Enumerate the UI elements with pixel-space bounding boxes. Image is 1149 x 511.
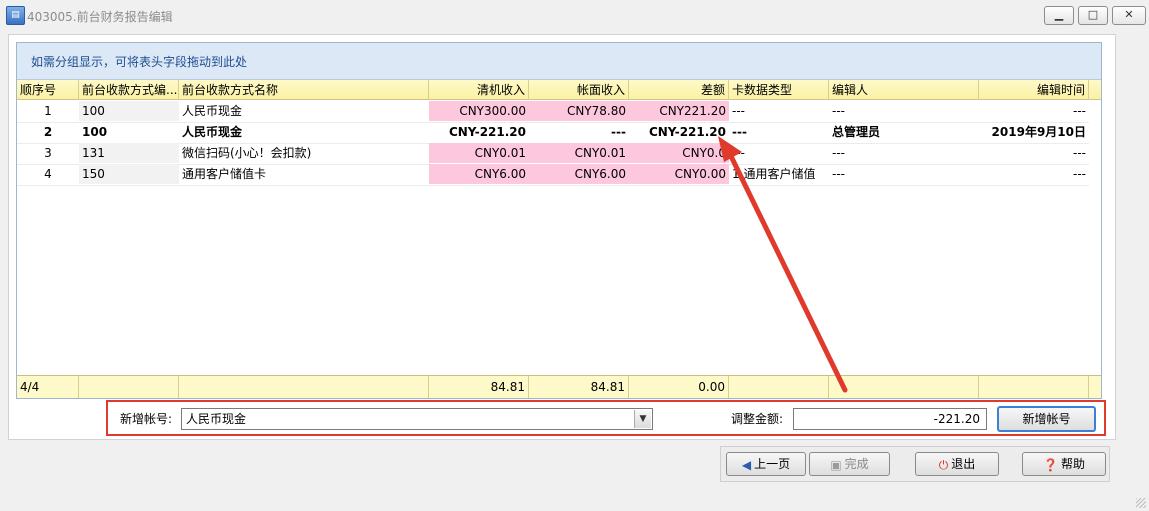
prev-page-label: 上一页 — [754, 457, 791, 471]
cell-book: CNY78.80 — [529, 101, 629, 121]
add-account-button[interactable]: 新增帐号 — [997, 406, 1096, 432]
help-label: 帮助 — [1060, 457, 1085, 471]
chevron-down-icon[interactable]: ▼ — [634, 410, 651, 428]
cell-seq: 2 — [43, 125, 53, 139]
exit-label: 退出 — [951, 457, 976, 471]
summary-empty — [829, 376, 979, 398]
account-label: 新增帐号: — [120, 412, 173, 426]
column-header-diff[interactable]: 差额 — [629, 80, 729, 100]
table-row[interactable]: 2 100 人民币现金 CNY-221.20 --- CNY-221.20 --… — [17, 122, 1089, 144]
cell-card-type: 1 通用客户储值 — [732, 167, 816, 181]
arrow-left-icon: ◀ — [741, 457, 752, 472]
column-header-editor[interactable]: 编辑人 — [829, 80, 979, 100]
window-title: 403005.前台财务报告编辑 — [27, 10, 173, 24]
summary-diff-total: 0.00 — [629, 376, 729, 398]
cell-clear: CNY-221.20 — [448, 125, 526, 139]
cell-clear: CNY6.00 — [429, 164, 529, 184]
minimize-icon: ▁ — [1054, 8, 1064, 21]
cell-editor: --- — [832, 167, 845, 181]
column-header-clear[interactable]: 清机收入 — [429, 80, 529, 100]
cell-code: 100 — [82, 125, 108, 139]
cell-card-type: --- — [732, 146, 745, 160]
resize-grip-icon[interactable] — [1136, 498, 1146, 508]
finance-report-grid: 如需分组显示，可将表头字段拖动到此处 顺序号 前台收款方式编... 前台收款方式… — [16, 42, 1102, 399]
cell-editor: 总管理员 — [832, 125, 881, 139]
table-row[interactable]: 1 100 人民币现金 CNY300.00 CNY78.80 CNY221.20… — [17, 101, 1089, 123]
help-button[interactable]: ❓ 帮助 — [1022, 452, 1106, 476]
summary-clear-total: 84.81 — [429, 376, 529, 398]
title-bar: ▤ 403005.前台财务报告编辑 ▁ □ ✕ — [0, 0, 1149, 30]
maximize-icon: □ — [1087, 8, 1099, 21]
checkbox-icon: ▣ — [830, 457, 842, 472]
maximize-button[interactable]: □ — [1078, 6, 1108, 25]
cell-name: 通用客户储值卡 — [182, 167, 267, 181]
cell-diff: CNY221.20 — [629, 101, 729, 121]
exit-button[interactable]: ⏻ 退出 — [915, 452, 999, 476]
summary-book-total: 84.81 — [529, 376, 629, 398]
cell-code: 131 — [79, 143, 179, 163]
cell-time: --- — [1073, 167, 1086, 181]
column-header-book[interactable]: 帐面收入 — [529, 80, 629, 100]
cell-name: 微信扫码(小心！会扣款) — [182, 146, 312, 160]
group-by-area[interactable]: 如需分组显示，可将表头字段拖动到此处 — [17, 43, 1101, 80]
cell-diff: CNY0.0 — [629, 143, 729, 163]
cell-card-type: --- — [732, 104, 745, 118]
summary-empty — [179, 376, 429, 398]
cell-seq: 4 — [44, 167, 52, 181]
account-select[interactable]: 人民币现金 ▼ — [181, 408, 653, 430]
group-hint: 如需分组显示，可将表头字段拖动到此处 — [31, 55, 248, 69]
column-header-name[interactable]: 前台收款方式名称 — [179, 80, 429, 100]
cell-time: 2019年9月10日 — [991, 125, 1086, 139]
summary-empty — [979, 376, 1089, 398]
cell-book: CNY0.01 — [529, 143, 629, 163]
prev-page-button[interactable]: ◀ 上一页 — [726, 452, 806, 476]
amount-input[interactable]: -221.20 — [793, 408, 987, 430]
column-header-time[interactable]: 编辑时间 — [979, 80, 1089, 100]
cell-seq: 3 — [44, 146, 52, 160]
column-header-seq[interactable]: 顺序号 — [17, 80, 79, 100]
column-header-code[interactable]: 前台收款方式编... — [79, 80, 179, 100]
column-header-filler — [1089, 80, 1101, 100]
close-button[interactable]: ✕ — [1112, 6, 1146, 25]
close-icon: ✕ — [1124, 8, 1134, 21]
cell-code: 100 — [79, 101, 179, 121]
cell-editor: --- — [832, 146, 845, 160]
account-select-value: 人民币现金 — [186, 412, 247, 426]
app-icon: ▤ — [6, 6, 25, 25]
finish-button[interactable]: ▣ 完成 — [809, 452, 890, 476]
summary-count: 4/4 — [17, 376, 79, 398]
cell-book: --- — [611, 125, 626, 139]
cell-card-type: --- — [732, 125, 747, 139]
cell-editor: --- — [832, 104, 845, 118]
cell-seq: 1 — [44, 104, 52, 118]
summary-empty — [79, 376, 179, 398]
cell-name: 人民币现金 — [182, 125, 243, 139]
finish-label: 完成 — [844, 457, 869, 471]
help-icon: ❓ — [1043, 457, 1058, 472]
cell-clear: CNY0.01 — [429, 143, 529, 163]
cell-diff: CNY-221.20 — [648, 125, 726, 139]
cell-clear: CNY300.00 — [429, 101, 529, 121]
summary-row: 4/4 84.81 84.81 0.00 — [17, 375, 1101, 398]
summary-empty — [729, 376, 829, 398]
cell-diff: CNY0.00 — [629, 164, 729, 184]
minimize-button[interactable]: ▁ — [1044, 6, 1074, 25]
exit-icon: ⏻ — [938, 457, 949, 472]
column-header-card-type[interactable]: 卡数据类型 — [729, 80, 829, 100]
cell-code: 150 — [79, 164, 179, 184]
cell-book: CNY6.00 — [529, 164, 629, 184]
table-row[interactable]: 3 131 微信扫码(小心！会扣款) CNY0.01 CNY0.01 CNY0.… — [17, 143, 1089, 165]
cell-name: 人民币现金 — [182, 104, 243, 118]
cell-time: --- — [1073, 146, 1086, 160]
cell-time: --- — [1073, 104, 1086, 118]
amount-label: 调整金额: — [731, 412, 784, 426]
table-row[interactable]: 4 150 通用客户储值卡 CNY6.00 CNY6.00 CNY0.00 1 … — [17, 164, 1089, 186]
